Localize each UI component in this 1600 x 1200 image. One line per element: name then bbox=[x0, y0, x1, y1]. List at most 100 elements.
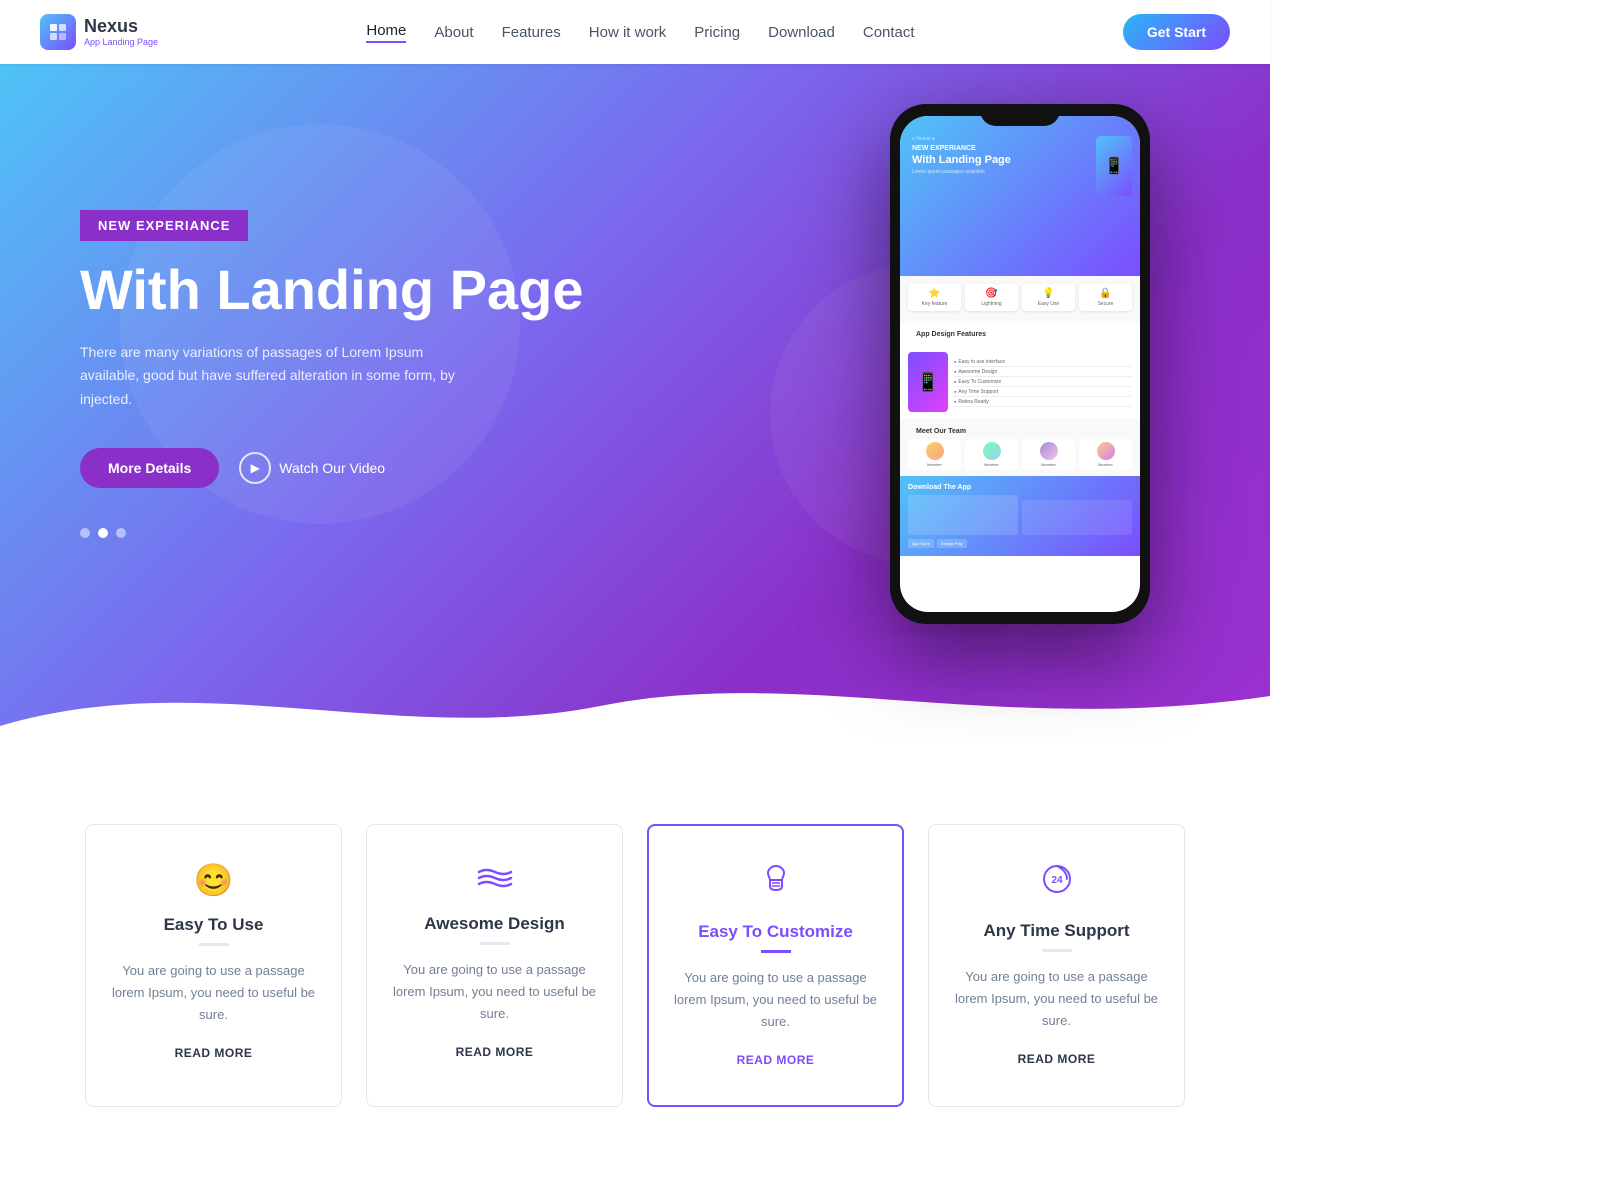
ps-feat-label-1: Key feature bbox=[911, 301, 958, 307]
logo-icon bbox=[40, 14, 76, 50]
ps-team-name-2: Member bbox=[968, 462, 1015, 467]
hero-dots bbox=[80, 528, 583, 538]
nav-about[interactable]: About bbox=[434, 24, 473, 41]
ps-team-row: Member Member Member bbox=[908, 439, 1132, 470]
any-time-support-desc: You are going to use a passage lorem Ips… bbox=[953, 966, 1160, 1032]
ps-dl-phone-2 bbox=[1022, 500, 1132, 535]
awesome-design-divider bbox=[480, 942, 510, 945]
ps-store-btns: App Store Google Play bbox=[908, 539, 1132, 548]
ps-hand-feat-3: Easy To Customize bbox=[954, 377, 1132, 387]
awesome-design-title: Awesome Design bbox=[391, 914, 598, 934]
any-time-support-divider bbox=[1042, 949, 1072, 952]
dot-2[interactable] bbox=[98, 528, 108, 538]
logo: Nexus App Landing Page bbox=[40, 14, 158, 50]
ps-feat-label-3: Easy Use bbox=[1025, 301, 1072, 307]
easy-to-customize-divider bbox=[761, 950, 791, 953]
easy-to-use-icon: 😊 bbox=[110, 861, 317, 899]
ps-team-name-4: Member bbox=[1082, 462, 1129, 467]
ps-feat-icon-1: ⭐ bbox=[911, 288, 958, 299]
easy-to-customize-title: Easy To Customize bbox=[673, 922, 878, 942]
nav-pricing[interactable]: Pricing bbox=[694, 24, 740, 41]
dot-3[interactable] bbox=[116, 528, 126, 538]
ps-hand-feat-4: Any Time Support bbox=[954, 387, 1132, 397]
easy-to-use-divider bbox=[199, 943, 229, 946]
hero-description: There are many variations of passages of… bbox=[80, 341, 480, 412]
easy-to-use-link[interactable]: READ MORE bbox=[175, 1046, 253, 1060]
hero-left: NEW EXPERIANCE With Landing Page There a… bbox=[80, 210, 583, 538]
phone-outer: ≡ Nexus ● NEW EXPERIANCE With Landing Pa… bbox=[890, 104, 1150, 624]
ps-team-3: Member bbox=[1022, 439, 1075, 470]
ps-dl-phone-1 bbox=[908, 495, 1018, 535]
any-time-support-icon: 24 bbox=[953, 861, 1160, 905]
ps-features: ⭐ Key feature 🎯 Lightning 💡 Easy Use bbox=[900, 276, 1140, 323]
ps-hero: ≡ Nexus ● NEW EXPERIANCE With Landing Pa… bbox=[900, 116, 1140, 276]
ps-team-title: Meet Our Team bbox=[908, 424, 1132, 439]
phone-screen-inner: ≡ Nexus ● NEW EXPERIANCE With Landing Pa… bbox=[900, 116, 1140, 612]
ps-feat-icon-2: 🎯 bbox=[968, 288, 1015, 299]
easy-to-customize-icon bbox=[673, 862, 878, 906]
watch-video-label: Watch Our Video bbox=[279, 460, 385, 476]
ps-hand-section: 📱 Easy to use interface Awesome Design E… bbox=[900, 346, 1140, 418]
nav-contact[interactable]: Contact bbox=[863, 24, 915, 41]
feature-card-awesome-design: Awesome Design You are going to use a pa… bbox=[366, 824, 623, 1107]
feature-card-easy-to-use: 😊 Easy To Use You are going to use a pas… bbox=[85, 824, 342, 1107]
ps-hand-feat-2: Awesome Design bbox=[954, 367, 1132, 377]
ps-feat-4: 🔒 Secure bbox=[1079, 284, 1132, 311]
nav-download[interactable]: Download bbox=[768, 24, 835, 41]
ps-hand-features: Easy to use interface Awesome Design Eas… bbox=[954, 357, 1132, 407]
ps-google-play: Google Play bbox=[937, 539, 967, 548]
hero-badge: NEW EXPERIANCE bbox=[80, 210, 248, 241]
ps-hand-feat-5: Retina Ready bbox=[954, 397, 1132, 407]
ps-feat-row-1: ⭐ Key feature 🎯 Lightning 💡 Easy Use bbox=[908, 284, 1132, 311]
ps-app-section: App Design Features bbox=[900, 323, 1140, 346]
nav-how-it-work[interactable]: How it work bbox=[589, 24, 667, 41]
ps-hand-img: 📱 bbox=[908, 352, 948, 412]
easy-to-customize-link[interactable]: READ MORE bbox=[737, 1053, 815, 1067]
nav-links: Home About Features How it work Pricing … bbox=[366, 22, 914, 43]
awesome-design-link[interactable]: READ MORE bbox=[456, 1045, 534, 1059]
hero-content: NEW EXPERIANCE With Landing Page There a… bbox=[0, 64, 1270, 744]
svg-text:24: 24 bbox=[1051, 875, 1063, 886]
ps-feat-label-4: Secure bbox=[1082, 301, 1129, 307]
ps-avatar-4 bbox=[1097, 442, 1115, 460]
ps-team-name-1: Member bbox=[911, 462, 958, 467]
ps-app-store: App Store bbox=[908, 539, 934, 548]
hero-section: NEW EXPERIANCE With Landing Page There a… bbox=[0, 64, 1270, 744]
nav-features[interactable]: Features bbox=[502, 24, 561, 41]
phone-notch bbox=[980, 104, 1060, 126]
dot-1[interactable] bbox=[80, 528, 90, 538]
features-section: 😊 Easy To Use You are going to use a pas… bbox=[0, 744, 1270, 1187]
easy-to-use-desc: You are going to use a passage lorem Ips… bbox=[110, 960, 317, 1026]
ps-avatar-1 bbox=[926, 442, 944, 460]
ps-feat-label-2: Lightning bbox=[968, 301, 1015, 307]
navbar: Nexus App Landing Page Home About Featur… bbox=[0, 0, 1270, 64]
ps-app-title: App Design Features bbox=[908, 327, 1132, 342]
play-icon: ▶ bbox=[239, 452, 271, 484]
ps-dl-title: Download The App bbox=[908, 484, 1132, 491]
phone-mockup: ≡ Nexus ● NEW EXPERIANCE With Landing Pa… bbox=[890, 104, 1150, 624]
ps-feat-1: ⭐ Key feature bbox=[908, 284, 961, 311]
ps-mini-phone: 📱 bbox=[1096, 136, 1132, 196]
watch-video-button[interactable]: ▶ Watch Our Video bbox=[239, 452, 385, 484]
ps-team-4: Member bbox=[1079, 439, 1132, 470]
ps-feat-icon-4: 🔒 bbox=[1082, 288, 1129, 299]
logo-subtitle: App Landing Page bbox=[84, 37, 158, 47]
hero-actions: More Details ▶ Watch Our Video bbox=[80, 448, 583, 488]
feature-card-any-time-support: 24 Any Time Support You are going to use… bbox=[928, 824, 1185, 1107]
any-time-support-link[interactable]: READ MORE bbox=[1018, 1052, 1096, 1066]
easy-to-use-title: Easy To Use bbox=[110, 915, 317, 935]
feature-card-easy-to-customize: Easy To Customize You are going to use a… bbox=[647, 824, 904, 1107]
logo-name: Nexus bbox=[84, 17, 158, 37]
ps-download: Download The App App Store Google Play bbox=[900, 476, 1140, 556]
nav-home[interactable]: Home bbox=[366, 22, 406, 43]
awesome-design-icon bbox=[391, 861, 598, 898]
ps-team-name-3: Member bbox=[1025, 462, 1072, 467]
ps-team-2: Member bbox=[965, 439, 1018, 470]
ps-feat-2: 🎯 Lightning bbox=[965, 284, 1018, 311]
more-details-button[interactable]: More Details bbox=[80, 448, 219, 488]
ps-hand-feat-1: Easy to use interface bbox=[954, 357, 1132, 367]
get-start-button[interactable]: Get Start bbox=[1123, 14, 1230, 50]
ps-dl-phones bbox=[908, 495, 1132, 535]
ps-team-section: Meet Our Team Member Member bbox=[900, 418, 1140, 476]
awesome-design-desc: You are going to use a passage lorem Ips… bbox=[391, 959, 598, 1025]
